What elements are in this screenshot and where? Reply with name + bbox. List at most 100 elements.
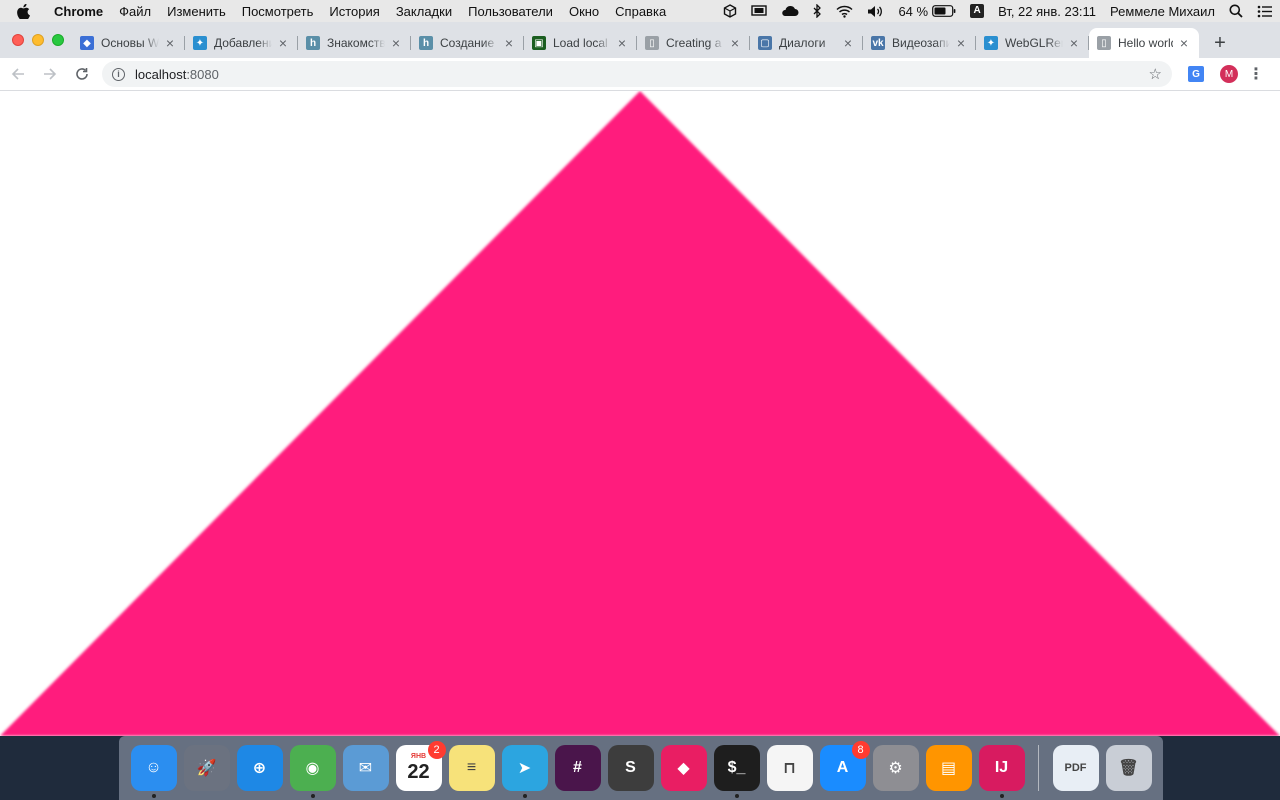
tab-favicon-icon: ▯ bbox=[645, 36, 659, 50]
input-source-indicator[interactable]: A bbox=[963, 4, 991, 18]
menu-view[interactable]: Посмотреть bbox=[234, 4, 322, 19]
tab-3[interactable]: h Создание × bbox=[411, 28, 524, 58]
menu-edit[interactable]: Изменить bbox=[159, 4, 234, 19]
running-indicator bbox=[999, 794, 1004, 798]
bookmark-star-icon[interactable]: ☆ bbox=[1149, 65, 1162, 83]
tab-8[interactable]: ✦ WebGLRen × bbox=[976, 28, 1089, 58]
menu-help[interactable]: Справка bbox=[607, 4, 674, 19]
tab-favicon-icon: ▣ bbox=[532, 36, 546, 50]
dock-system-preferences-icon[interactable]: ⚙ bbox=[872, 745, 919, 791]
dock-pastebot-icon[interactable]: ⊓ bbox=[766, 745, 813, 791]
tab-0[interactable]: ◆ Основы WebGL × bbox=[72, 28, 185, 58]
dock-terminal-icon[interactable]: $_ bbox=[713, 745, 760, 798]
tab-close-icon[interactable]: × bbox=[1067, 35, 1081, 51]
dock-mail-icon[interactable]: ✉ bbox=[342, 745, 389, 791]
new-tab-button[interactable]: + bbox=[1205, 28, 1235, 58]
tab-7[interactable]: vk Видеозапи × bbox=[863, 28, 976, 58]
macos-dock: ☺ 🚀 ⊕ ◉ ✉ ЯНВ 22 2 ≡ ➤ # S ◆ $_ ⊓ A 8 ⚙ ▤ IJ PDF 🗑 bbox=[119, 736, 1163, 800]
url-host: localhost bbox=[135, 66, 187, 82]
translate-extension-icon[interactable]: G bbox=[1188, 66, 1204, 82]
running-indicator bbox=[151, 794, 156, 798]
dock-intellij-idea-icon[interactable]: IJ bbox=[978, 745, 1025, 798]
tab-5[interactable]: ▯ Creating a × bbox=[637, 28, 750, 58]
menu-history[interactable]: История bbox=[321, 4, 387, 19]
zoom-window-button[interactable] bbox=[52, 34, 64, 46]
dock-notes-icon[interactable]: ≡ bbox=[448, 745, 495, 791]
close-window-button[interactable] bbox=[12, 34, 24, 46]
volume-icon[interactable] bbox=[860, 5, 891, 18]
notification-center-icon[interactable] bbox=[1250, 5, 1280, 18]
minimize-window-button[interactable] bbox=[32, 34, 44, 46]
address-bar[interactable]: i localhost:8080 ☆ bbox=[102, 61, 1172, 87]
tab-close-icon[interactable]: × bbox=[389, 35, 403, 51]
spotlight-search-icon[interactable] bbox=[1222, 4, 1250, 18]
tab-close-icon[interactable]: × bbox=[954, 35, 968, 51]
wifi-icon[interactable] bbox=[829, 5, 860, 18]
menubar-clock[interactable]: Вт, 22 янв. 23:11 bbox=[991, 4, 1103, 19]
tab-close-icon[interactable]: × bbox=[841, 35, 855, 51]
dock-launchpad-icon[interactable]: 🚀 bbox=[183, 745, 230, 791]
tab-9[interactable]: ▯ Hello world × bbox=[1089, 28, 1199, 58]
box-status-icon[interactable] bbox=[716, 4, 744, 18]
dock-glyph: ⚙ bbox=[888, 760, 903, 777]
bluetooth-icon[interactable] bbox=[806, 4, 829, 18]
tab-2[interactable]: h Знакомство × bbox=[298, 28, 411, 58]
running-indicator bbox=[522, 794, 527, 798]
tab-4[interactable]: ▣ Load local × bbox=[524, 28, 637, 58]
tab-1[interactable]: ✦ Добавление × bbox=[185, 28, 298, 58]
dock-ibooks-icon[interactable]: ▤ bbox=[925, 745, 972, 791]
dock-webstorm-icon[interactable]: ◆ bbox=[660, 745, 707, 791]
menu-window[interactable]: Окно bbox=[561, 4, 607, 19]
url-port: :8080 bbox=[186, 66, 219, 82]
screen-mirroring-icon[interactable] bbox=[744, 4, 774, 18]
tab-6[interactable]: ▢ Диалоги × bbox=[750, 28, 863, 58]
dock-glyph: A bbox=[836, 759, 849, 776]
dock-trash-icon[interactable]: 🗑 bbox=[1105, 745, 1152, 791]
dock-safari-icon[interactable]: ⊕ bbox=[236, 745, 283, 791]
tab-close-icon[interactable]: × bbox=[163, 35, 177, 51]
dock-pdf-document-icon[interactable]: PDF bbox=[1052, 745, 1099, 791]
dock-separator bbox=[1038, 745, 1039, 791]
battery-indicator[interactable]: 64 % bbox=[891, 4, 963, 19]
forward-button[interactable] bbox=[36, 60, 64, 88]
apple-menu-icon[interactable] bbox=[0, 3, 46, 19]
profile-avatar[interactable]: M bbox=[1220, 65, 1238, 83]
cloud-status-icon[interactable] bbox=[774, 5, 806, 17]
dock-chrome-icon[interactable]: ◉ bbox=[289, 745, 336, 798]
menu-bookmarks[interactable]: Закладки bbox=[388, 4, 460, 19]
tab-title: Создание bbox=[440, 36, 495, 50]
dock-glyph: PDF bbox=[1064, 762, 1087, 774]
triangle-canvas bbox=[0, 91, 1280, 736]
dock-glyph: ☺ bbox=[145, 759, 162, 776]
back-button[interactable] bbox=[4, 60, 32, 88]
battery-percent: 64 % bbox=[898, 3, 929, 19]
tab-title: Диалоги bbox=[779, 36, 826, 50]
site-info-icon[interactable]: i bbox=[112, 67, 125, 81]
calendar-day: 22 bbox=[407, 760, 430, 783]
chrome-menu-icon[interactable]: ⋮ bbox=[1246, 64, 1266, 84]
window-controls bbox=[0, 22, 72, 58]
tab-close-icon[interactable]: × bbox=[728, 35, 742, 51]
dock-glyph: 🚀 bbox=[196, 760, 217, 777]
dock-calendar-icon[interactable]: ЯНВ 22 2 bbox=[395, 741, 446, 791]
dock-finder-icon[interactable]: ☺ bbox=[130, 745, 177, 798]
tab-close-icon[interactable]: × bbox=[276, 35, 290, 51]
dock-glyph: ≡ bbox=[466, 759, 477, 776]
running-indicator bbox=[734, 794, 739, 798]
menu-app-name[interactable]: Chrome bbox=[46, 4, 111, 19]
tab-close-icon[interactable]: × bbox=[502, 35, 516, 51]
dock-telegram-icon[interactable]: ➤ bbox=[501, 745, 548, 798]
dock-slack-icon[interactable]: # bbox=[554, 745, 601, 791]
menubar-user[interactable]: Реммеле Михаил bbox=[1103, 4, 1222, 19]
calendar-month: ЯНВ bbox=[410, 752, 427, 760]
tab-title: Hello world bbox=[1118, 36, 1173, 50]
reload-button[interactable] bbox=[68, 60, 96, 88]
tab-close-icon[interactable]: × bbox=[615, 35, 629, 51]
tab-close-icon[interactable]: × bbox=[1177, 35, 1191, 51]
menu-file[interactable]: Файл bbox=[111, 4, 159, 19]
tab-favicon-icon: ▢ bbox=[758, 36, 772, 50]
menu-people[interactable]: Пользователи bbox=[460, 4, 561, 19]
dock-sublime-text-icon[interactable]: S bbox=[607, 745, 654, 791]
dock-glyph: $_ bbox=[727, 759, 746, 776]
dock-app-store-icon[interactable]: A8 bbox=[819, 741, 870, 791]
